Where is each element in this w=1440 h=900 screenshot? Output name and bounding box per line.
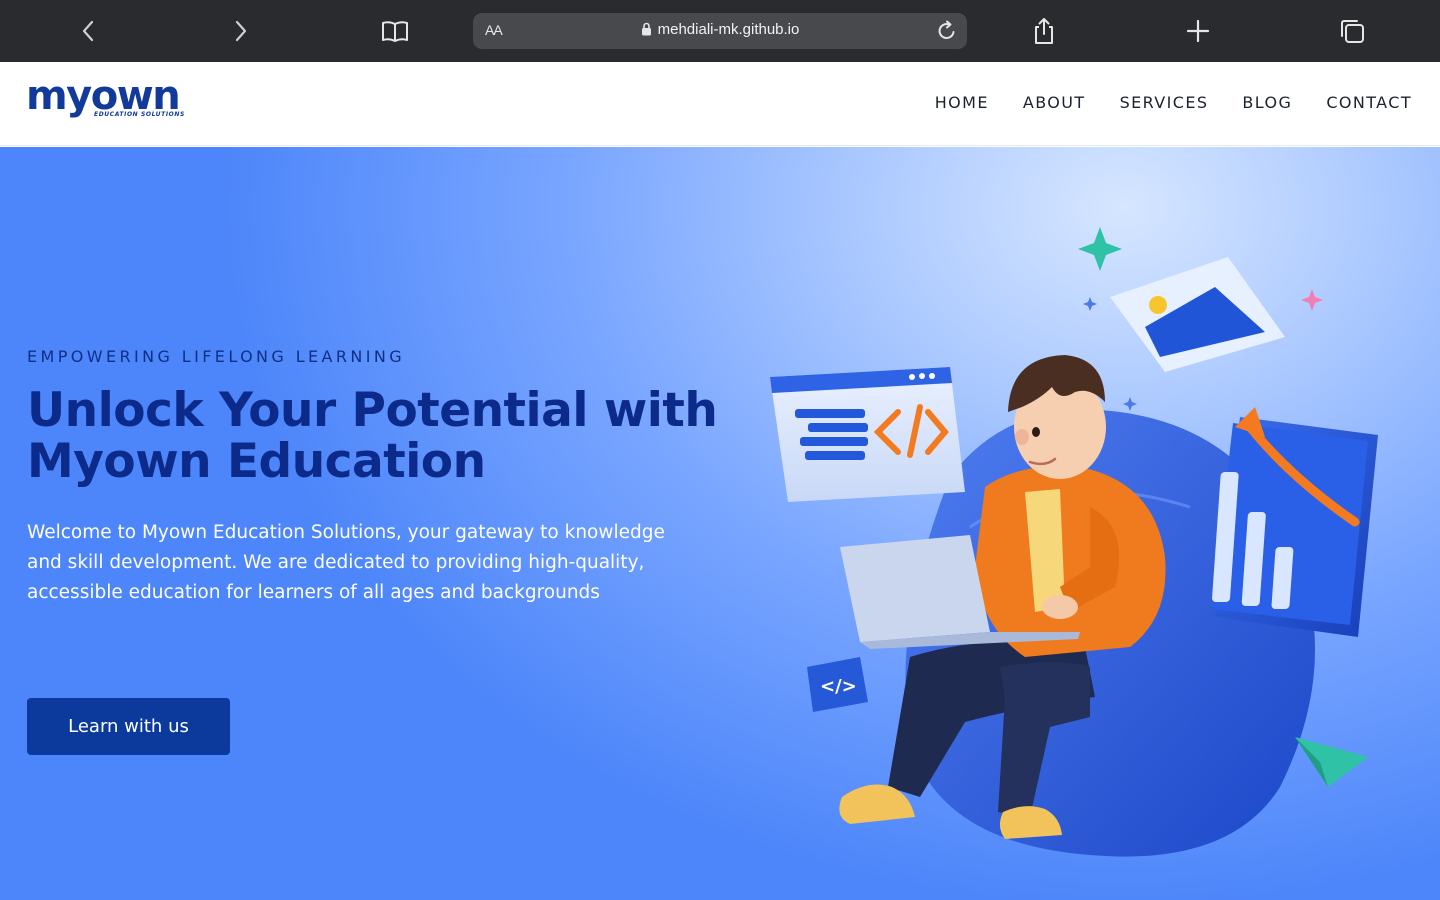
main-nav: HOME ABOUT SERVICES BLOG CONTACT — [935, 93, 1412, 112]
reload-icon[interactable] — [933, 17, 961, 45]
hero-eyebrow: EMPOWERING LIFELONG LEARNING — [27, 347, 406, 366]
learn-with-us-button[interactable]: Learn with us — [27, 698, 230, 755]
share-icon[interactable] — [1024, 12, 1064, 50]
nav-about[interactable]: ABOUT — [1023, 93, 1086, 112]
hero-illustration: </> — [770, 227, 1378, 857]
sparkle-icon — [1301, 289, 1323, 311]
chart-card-icon — [1212, 407, 1378, 637]
sparkle-icon — [1083, 297, 1097, 311]
url-text: mehdiali-mk.github.io — [657, 21, 800, 38]
browser-toolbar: AA mehdiali-mk.github.io — [0, 0, 1440, 62]
logo-wordmark: myown — [26, 73, 181, 119]
sparkle-icon — [1078, 227, 1122, 271]
site-header: myown EDUCATION SOLUTIONS HOME ABOUT SER… — [0, 62, 1440, 146]
forward-icon[interactable] — [221, 12, 261, 50]
nav-blog[interactable]: BLOG — [1242, 93, 1292, 112]
hero-headline: Unlock Your Potential with Myown Educati… — [27, 383, 718, 489]
nav-home[interactable]: HOME — [935, 93, 989, 112]
lock-icon — [641, 22, 651, 36]
address-bar[interactable]: AA mehdiali-mk.github.io — [473, 13, 967, 49]
logo[interactable]: myown EDUCATION SOLUTIONS — [26, 76, 196, 132]
hero-intro: Welcome to Myown Education Solutions, yo… — [27, 522, 665, 603]
tabs-icon[interactable] — [1332, 12, 1372, 50]
paper-plane-icon — [1295, 737, 1368, 787]
code-badge-icon: </> — [807, 657, 868, 712]
logo-tagline: EDUCATION SOLUTIONS — [94, 111, 185, 118]
code-window-icon — [770, 367, 965, 502]
nav-contact[interactable]: CONTACT — [1326, 93, 1412, 112]
hero-section: EMPOWERING LIFELONG LEARNING Unlock Your… — [0, 147, 1440, 900]
image-card-icon — [1110, 257, 1285, 372]
sparkle-icon — [1123, 397, 1137, 411]
nav-services[interactable]: SERVICES — [1120, 93, 1209, 112]
new-tab-icon[interactable] — [1178, 12, 1218, 50]
bookmarks-icon[interactable] — [375, 12, 415, 50]
svg-text:</>: </> — [820, 676, 857, 697]
back-icon[interactable] — [68, 12, 108, 50]
